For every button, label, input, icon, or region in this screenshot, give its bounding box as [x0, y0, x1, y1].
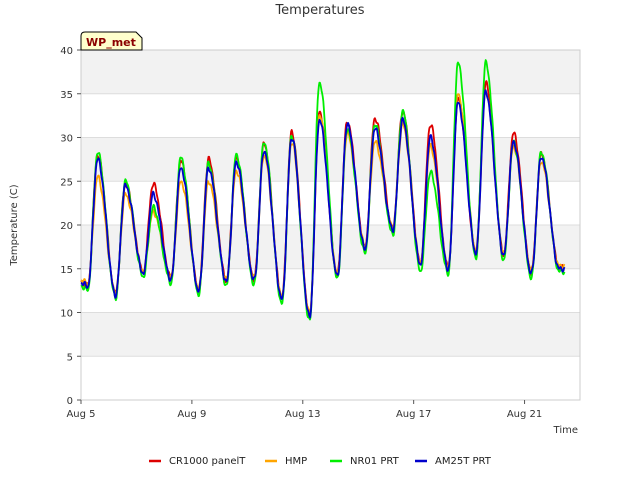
x-axis-ticks: Aug 5 Aug 9 Aug 13 Aug 17 Aug 21: [66, 400, 542, 420]
y-axis-label: Temperature (C): [9, 184, 20, 266]
legend: CR1000 panelT HMP NR01 PRT AM25T PRT: [149, 456, 492, 467]
station-badge-label: WP_met: [86, 36, 136, 49]
band: [81, 137, 580, 182]
legend-label: CR1000 panelT: [169, 456, 246, 467]
chart-title: Temperatures: [274, 3, 364, 18]
y-tick-label: 20: [60, 221, 73, 232]
y-axis-ticks: 0 5 10 15 20 25 30 35 40: [60, 46, 81, 407]
station-badge: WP_met: [80, 31, 143, 51]
legend-label: HMP: [285, 456, 307, 467]
y-tick-label: 35: [60, 90, 73, 101]
x-axis-label: Time: [553, 425, 578, 436]
legend-label: AM25T PRT: [435, 456, 492, 467]
y-tick-label: 40: [60, 46, 73, 57]
legend-label: NR01 PRT: [350, 456, 400, 467]
y-tick-label: 0: [67, 396, 73, 407]
x-tick-label: Aug 13: [285, 409, 320, 420]
y-tick-label: 5: [67, 352, 73, 363]
band: [81, 312, 580, 357]
band: [81, 50, 580, 94]
y-tick-label: 30: [60, 134, 73, 145]
temperature-chart: 0510152025303540 Aug 5 Aug 9 Aug 13 Aug 17 A…: [9, 3, 581, 467]
y-tick-label: 10: [60, 309, 73, 320]
x-tick-label: Aug 21: [507, 409, 542, 420]
y-tick-label: 15: [60, 265, 73, 276]
x-tick-label: Aug 5: [66, 409, 95, 420]
x-tick-label: Aug 9: [177, 409, 206, 420]
x-tick-label: Aug 17: [396, 409, 431, 420]
y-tick-label: 25: [60, 177, 73, 188]
